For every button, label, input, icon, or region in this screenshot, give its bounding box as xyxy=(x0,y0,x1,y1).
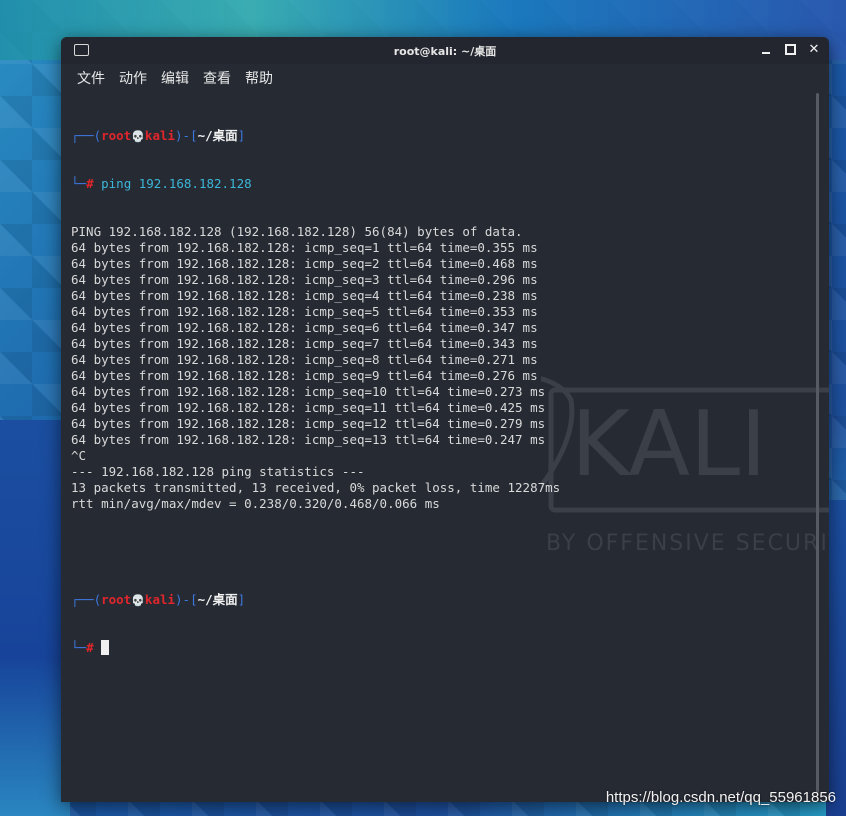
maximize-button[interactable] xyxy=(783,41,797,57)
terminal-area[interactable]: KALI BY OFFENSIVE SECURITY ┌──(root💀kali… xyxy=(61,92,829,802)
scrollbar[interactable] xyxy=(816,93,819,793)
output-line: 64 bytes from 192.168.182.128: icmp_seq=… xyxy=(71,400,546,415)
output-line: PING 192.168.182.128 (192.168.182.128) 5… xyxy=(71,224,523,239)
window-title: root@kali: ~/桌面 xyxy=(393,45,497,58)
menu-file[interactable]: 文件 xyxy=(77,68,105,88)
output-line: 64 bytes from 192.168.182.128: icmp_seq=… xyxy=(71,288,538,303)
output-line: 64 bytes from 192.168.182.128: icmp_seq=… xyxy=(71,304,538,319)
command-text: ping 192.168.182.128 xyxy=(101,176,252,191)
maximize-icon xyxy=(784,43,796,55)
menu-edit[interactable]: 编辑 xyxy=(161,68,189,88)
output-line: --- 192.168.182.128 ping statistics --- xyxy=(71,464,365,479)
output-line: 64 bytes from 192.168.182.128: icmp_seq=… xyxy=(71,384,546,399)
minimize-button[interactable] xyxy=(759,41,773,57)
wallpaper-band xyxy=(0,420,70,816)
input-line[interactable]: └─# xyxy=(71,640,560,656)
watermark-tagline: BY OFFENSIVE SECURITY xyxy=(546,531,829,556)
text-cursor xyxy=(101,640,110,655)
skull-icon: 💀 xyxy=(131,594,145,607)
watermark-url: https://blog.csdn.net/qq_55961856 xyxy=(605,789,836,806)
wallpaper-band xyxy=(826,500,846,816)
terminal-output: ┌──(root💀kali)-[~/桌面] └─# ping 192.168.1… xyxy=(71,96,560,688)
output-line: 64 bytes from 192.168.182.128: icmp_seq=… xyxy=(71,416,546,431)
prompt-line-1: ┌──(root💀kali)-[~/桌面] xyxy=(71,128,246,143)
output-line: 64 bytes from 192.168.182.128: icmp_seq=… xyxy=(71,272,538,287)
command-line: └─# ping 192.168.182.128 xyxy=(71,176,252,191)
output-line: 64 bytes from 192.168.182.128: icmp_seq=… xyxy=(71,336,538,351)
close-icon: ✕ xyxy=(808,41,820,57)
output-line: 64 bytes from 192.168.182.128: icmp_seq=… xyxy=(71,320,538,335)
output-line: ^C xyxy=(71,448,87,463)
close-button[interactable]: ✕ xyxy=(807,41,821,57)
menu-bar: 文件 动作 编辑 查看 帮助 xyxy=(61,64,829,92)
skull-icon: 💀 xyxy=(131,130,145,143)
menu-action[interactable]: 动作 xyxy=(119,68,147,88)
kali-logo-watermark: KALI BY OFFENSIVE SECURITY xyxy=(541,376,829,556)
output-line: 64 bytes from 192.168.182.128: icmp_seq=… xyxy=(71,368,538,383)
terminal-window: root@kali: ~/桌面 ✕ 文件 动作 编辑 查看 帮助 KALI BY… xyxy=(61,37,829,802)
menu-view[interactable]: 查看 xyxy=(203,68,231,88)
output-line: 64 bytes from 192.168.182.128: icmp_seq=… xyxy=(71,432,546,447)
output-line: 64 bytes from 192.168.182.128: icmp_seq=… xyxy=(71,240,538,255)
output-line: rtt min/avg/max/mdev = 0.238/0.320/0.468… xyxy=(71,496,440,511)
prompt-line-2: ┌──(root💀kali)-[~/桌面] xyxy=(71,592,246,607)
ping-output: PING 192.168.182.128 (192.168.182.128) 5… xyxy=(71,224,560,512)
watermark-logo-text: KALI xyxy=(571,392,767,497)
minimize-icon xyxy=(762,52,770,54)
output-line: 13 packets transmitted, 13 received, 0% … xyxy=(71,480,561,495)
output-line: 64 bytes from 192.168.182.128: icmp_seq=… xyxy=(71,352,538,367)
menu-help[interactable]: 帮助 xyxy=(245,68,273,88)
output-line: 64 bytes from 192.168.182.128: icmp_seq=… xyxy=(71,256,538,271)
title-bar[interactable]: root@kali: ~/桌面 ✕ xyxy=(61,37,829,64)
